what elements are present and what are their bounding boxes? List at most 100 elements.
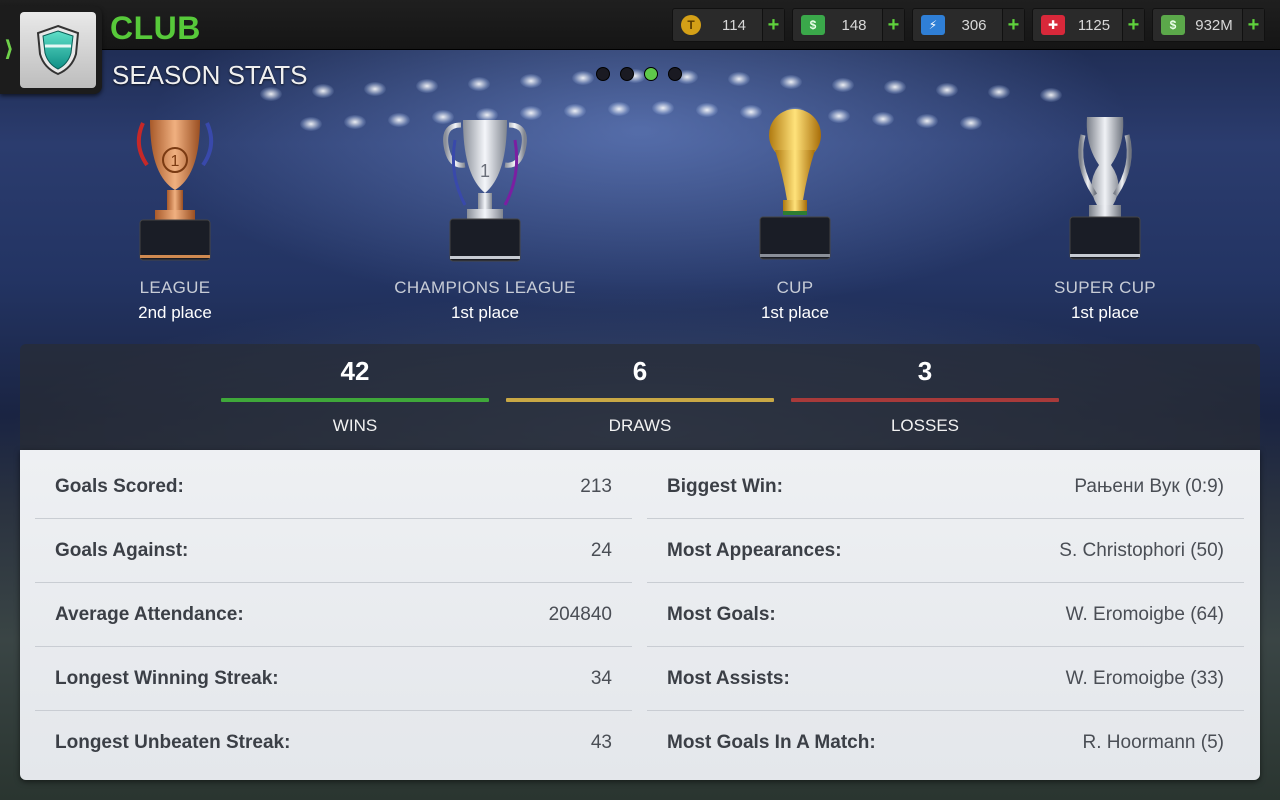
trophy-champions-league: 1 CHAMPIONS LEAGUE 1st place (365, 105, 605, 323)
club-menu-button[interactable]: ⟩ (0, 6, 102, 94)
stats-right-column: Biggest Win: Рањени Вук (0:9) Most Appea… (647, 455, 1244, 775)
stat-row: Biggest Win: Рањени Вук (0:9) (647, 455, 1244, 519)
page-dot[interactable] (668, 67, 682, 81)
stat-value: 43 (590, 732, 612, 753)
page-dot[interactable] (620, 67, 634, 81)
stat-value: 34 (590, 667, 612, 689)
super-cup-trophy-icon (1069, 117, 1141, 260)
wins-stat: 42 WINS (221, 356, 489, 436)
cup-trophy-icon (759, 109, 831, 260)
add-energy-button[interactable]: + (1002, 9, 1024, 41)
stat-label: Goals Against: (55, 539, 189, 561)
trophy-super-cup: SUPER CUP 1st place (985, 105, 1225, 323)
trophy-name: LEAGUE (139, 278, 211, 297)
page-subtitle: SEASON STATS (112, 60, 308, 90)
page-indicator (596, 67, 682, 81)
losses-stat: 3 LOSSES (791, 356, 1059, 436)
club-crest (20, 12, 96, 88)
stadium-light (884, 80, 906, 95)
stat-value: 24 (590, 539, 612, 561)
stadium-light (780, 75, 802, 89)
losses-bar (791, 398, 1059, 402)
currency-value: 306 (961, 16, 987, 34)
trophy-place: 1st place (760, 303, 830, 322)
stadium-light (936, 82, 958, 97)
svg-text:1: 1 (171, 153, 180, 170)
stadium-light (832, 77, 854, 92)
stat-value: R. Hoormann (5) (1082, 732, 1225, 753)
stadium-light (364, 81, 386, 96)
season-stats-table: Goals Scored: 213 Goals Against: 24 Aver… (20, 450, 1260, 780)
cash-icon: $ (801, 15, 825, 35)
stat-value: W. Eromoigbe (64) (1065, 603, 1224, 625)
stat-value: S. Christophori (50) (1059, 539, 1224, 561)
page-dot[interactable] (596, 67, 610, 81)
wins-label: WINS (332, 416, 378, 435)
trophy-place: 1st place (1070, 303, 1140, 322)
trophy-cup: CUP 1st place (675, 105, 915, 323)
trophy-row: 1 LEAGUE 2nd place 1 CHAMPIONS LEAGUE 1s… (0, 105, 1280, 335)
currency-value: 148 (841, 16, 867, 34)
stat-row: Most Appearances: S. Christophori (50) (647, 519, 1244, 583)
wins-bar (221, 398, 489, 402)
stat-value: Рањени Вук (0:9) (1074, 475, 1224, 497)
stat-value: 204840 (548, 603, 612, 625)
stat-row: Longest Unbeaten Streak: 43 (35, 711, 632, 775)
draws-count: 6 (632, 356, 648, 386)
trophy-name: CUP (776, 278, 814, 297)
stadium-light (468, 76, 490, 91)
stadium-light (312, 84, 334, 99)
stat-row: Most Goals In A Match: R. Hoormann (5) (647, 711, 1244, 775)
medical-icon: ✚ (1041, 15, 1065, 35)
trophy-place: 2nd place (138, 303, 212, 322)
trophy-league: 1 LEAGUE 2nd place (55, 105, 295, 323)
page-dot-active[interactable] (644, 67, 658, 81)
wins-count: 42 (340, 356, 370, 386)
money-stack-icon: $ (1161, 15, 1185, 35)
add-medical-button[interactable]: + (1122, 9, 1144, 41)
stat-value: 213 (580, 475, 612, 497)
stat-label: Most Appearances: (667, 539, 842, 561)
currency-cash: $ 148 + (792, 8, 905, 42)
champions-league-trophy-icon: 1 (443, 120, 527, 262)
stat-row: Average Attendance: 204840 (35, 583, 632, 647)
stat-label: Goals Scored: (55, 475, 184, 497)
page-title: CLUB (110, 10, 201, 46)
stat-label: Longest Winning Streak: (55, 667, 279, 689)
currency-bar: T 114 + $ 148 + ⚡ 306 + ✚ 1125 + $ 932M … (672, 8, 1265, 42)
season-record-panel: 42 WINS 6 DRAWS 3 LOSSES (20, 344, 1260, 450)
stat-value: W. Eromoigbe (33) (1065, 667, 1224, 689)
stadium-light (416, 79, 438, 94)
add-money-button[interactable]: + (1242, 9, 1264, 41)
trophy-name: SUPER CUP (1054, 278, 1156, 297)
currency-value: 932M (1195, 16, 1233, 34)
league-trophy-icon: 1 (136, 120, 214, 261)
energy-icon: ⚡ (921, 15, 945, 35)
currency-value: 1125 (1077, 16, 1111, 34)
expand-arrow-icon: ⟩ (4, 36, 15, 61)
trophy-name: CHAMPIONS LEAGUE (394, 278, 576, 297)
stats-left-column: Goals Scored: 213 Goals Against: 24 Aver… (35, 455, 632, 775)
stat-row: Most Goals: W. Eromoigbe (64) (647, 583, 1244, 647)
stat-label: Average Attendance: (55, 603, 244, 625)
stat-row: Goals Scored: 213 (35, 455, 632, 519)
stadium-light (572, 71, 594, 86)
add-tokens-button[interactable]: + (762, 9, 784, 41)
draws-stat: 6 DRAWS (506, 356, 774, 436)
svg-text:1: 1 (480, 161, 490, 181)
token-coin-icon: T (681, 15, 701, 35)
shield-crest-icon (36, 24, 80, 76)
add-cash-button[interactable]: + (882, 9, 904, 41)
losses-count: 3 (917, 356, 933, 386)
currency-value: 114 (722, 16, 746, 34)
stat-row: Longest Winning Streak: 34 (35, 647, 632, 711)
currency-energy: ⚡ 306 + (912, 8, 1025, 42)
stadium-light (728, 72, 750, 87)
draws-label: DRAWS (608, 416, 672, 435)
stat-row: Goals Against: 24 (35, 519, 632, 583)
stadium-light (988, 85, 1010, 100)
trophy-place: 1st place (450, 303, 520, 322)
stadium-light (1040, 88, 1062, 102)
stat-label: Most Goals: (667, 603, 776, 625)
stat-label: Longest Unbeaten Streak: (55, 732, 291, 753)
